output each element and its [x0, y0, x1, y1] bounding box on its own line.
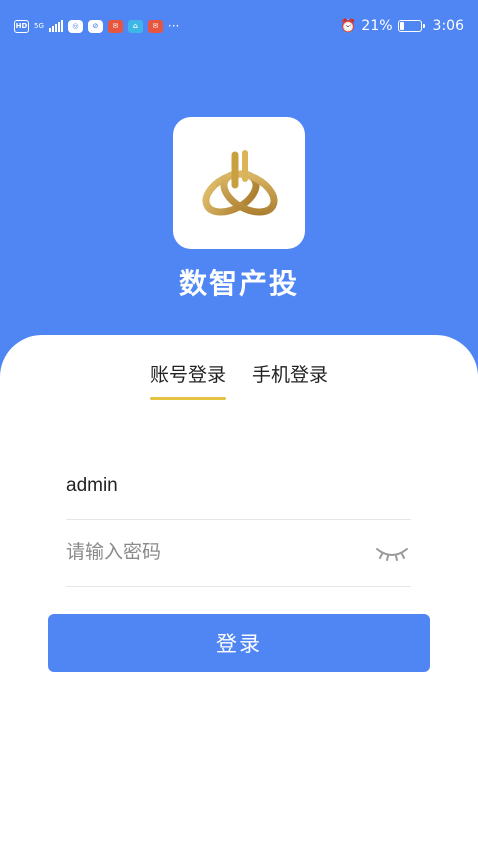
alarm-icon: ⏰	[340, 18, 357, 34]
username-field	[66, 452, 411, 520]
tab-phone-login[interactable]: 手机登录	[252, 360, 328, 400]
battery-icon	[397, 20, 425, 32]
login-card	[0, 335, 478, 850]
password-input[interactable]	[66, 541, 411, 564]
clock: 3:06	[432, 18, 464, 34]
red-app-notification-icon-2: ✉	[147, 19, 163, 33]
more-notifications-icon: ···	[167, 19, 180, 33]
status-bar: HD 5G ◎ ⊘ ✉ ⌂ ✉ ··· ⏰ 21% 3:06	[0, 0, 478, 52]
home-app-notification-icon: ⌂	[127, 19, 143, 33]
password-field	[66, 519, 411, 587]
app-logo	[173, 117, 305, 249]
eye-closed-icon[interactable]	[375, 543, 409, 563]
network-type: 5G	[34, 22, 44, 30]
login-button[interactable]: 登录	[48, 614, 430, 672]
tab-account-login[interactable]: 账号登录	[149, 360, 227, 400]
login-tabs: 账号登录 手机登录	[0, 360, 478, 400]
hd-badge: HD	[14, 19, 29, 33]
signal-icon	[48, 20, 63, 32]
username-input[interactable]	[66, 474, 411, 497]
app-notification-icon: ◎	[67, 19, 83, 33]
browser-notification-icon: ⊘	[87, 19, 103, 33]
status-right: ⏰ 21% 3:06	[340, 18, 464, 34]
app-name: 数智产投	[178, 267, 299, 300]
battery-percent: 21%	[361, 18, 393, 34]
red-app-notification-icon: ✉	[107, 19, 123, 33]
login-screen: HD 5G ◎ ⊘ ✉ ⌂ ✉ ··· ⏰ 21% 3:06 数智产投 账号登录…	[0, 0, 478, 850]
status-left: HD 5G ◎ ⊘ ✉ ⌂ ✉ ···	[14, 19, 179, 33]
rings-logo-icon	[202, 150, 278, 216]
battery-fill	[399, 22, 405, 30]
